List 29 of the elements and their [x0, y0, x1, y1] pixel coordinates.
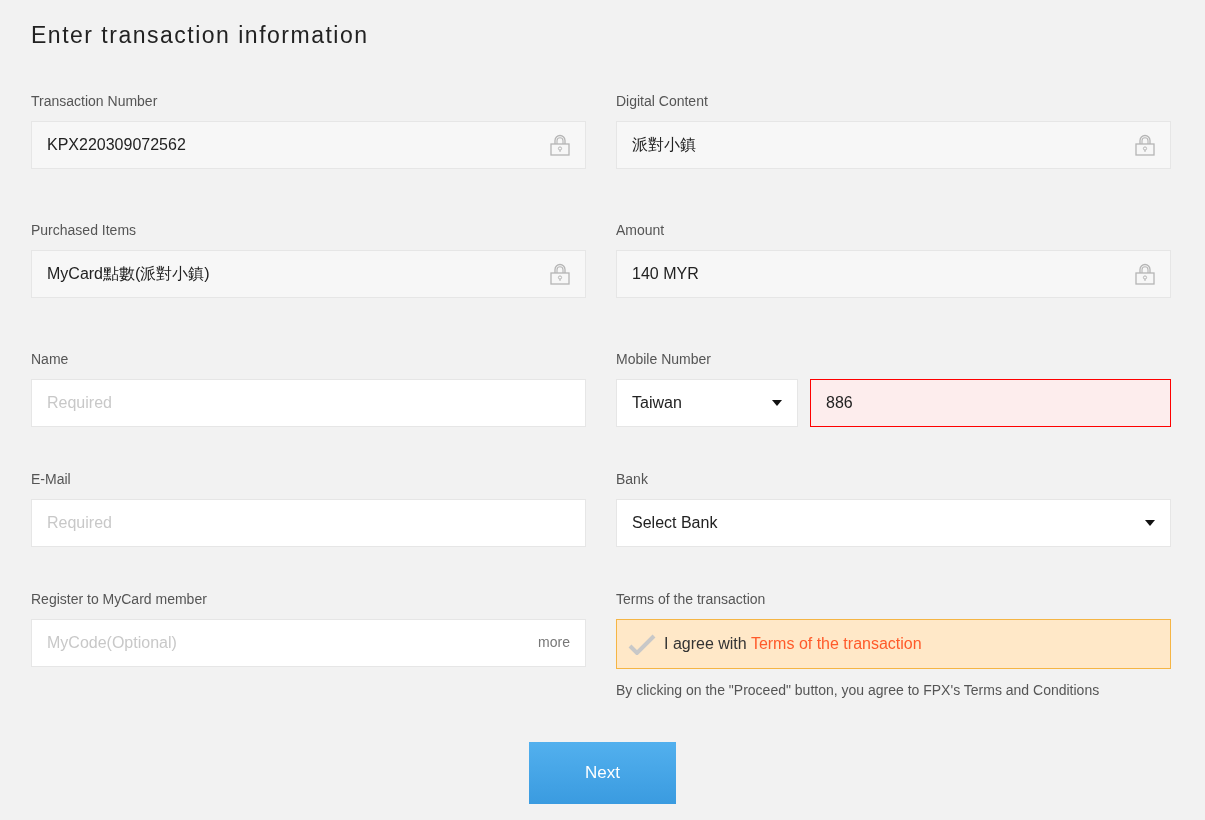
lock-icon	[1135, 133, 1155, 156]
terms-agreement-box[interactable]: I agree with Terms of the transaction	[616, 618, 1171, 669]
checkmark-icon[interactable]	[628, 632, 656, 655]
bank-select[interactable]: Select Bank	[616, 498, 1171, 547]
field-value: 140 MYR	[632, 263, 699, 284]
field-label: Amount	[616, 220, 666, 237]
field-label: Bank	[616, 469, 649, 486]
field-value: KPX220309072562	[47, 134, 186, 155]
field-label: Mobile Number	[616, 349, 712, 366]
caret-icon	[772, 399, 782, 406]
lock-icon	[550, 133, 570, 156]
more-link[interactable]: more	[538, 632, 570, 653]
field-label: Register to MyCard member	[31, 589, 208, 606]
lock-icon	[1135, 262, 1155, 285]
field-label: Transaction Number	[31, 91, 159, 108]
field-value: 派對小鎮	[632, 134, 696, 155]
field-value: MyCard點數(派對小鎮)	[47, 263, 210, 284]
field-label: Name	[31, 349, 70, 366]
agreement-text: I agree with Terms of the transaction	[664, 633, 922, 654]
caret-icon	[1145, 519, 1155, 526]
field-label: E-Mail	[31, 469, 72, 486]
fpx-terms-note: By clicking on the "Proceed" button, you agree to FPX's Terms and Conditions	[616, 680, 1101, 700]
country-select[interactable]: Taiwan	[616, 378, 798, 427]
field-label: Terms of the transaction	[616, 589, 767, 606]
phone-input-field[interactable]: 886	[810, 378, 1171, 427]
field-label: Digital Content	[616, 91, 709, 108]
page-title: Enter transaction information	[31, 21, 370, 50]
field-label: Purchased Items	[31, 220, 138, 237]
lock-icon	[550, 262, 570, 285]
